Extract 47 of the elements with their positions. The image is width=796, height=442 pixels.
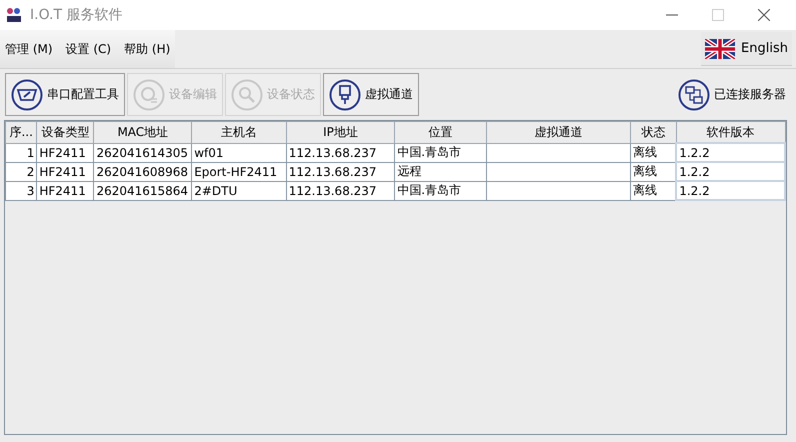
- toolbar-button[interactable]: 串口配置工具: [5, 73, 125, 116]
- table-cell: 262041608968: [94, 162, 192, 181]
- window-title: I.O.T 服务软件: [30, 6, 122, 24]
- close-icon[interactable]: [758, 9, 770, 21]
- menu-item[interactable]: 帮助 (H): [124, 40, 170, 58]
- toolbar-button[interactable]: 虚拟通道: [323, 73, 419, 116]
- table-cell: 离线: [630, 143, 676, 162]
- table-cell: HF2411: [36, 181, 94, 200]
- table-cell: 中国.青岛市: [394, 143, 487, 162]
- menu-item[interactable]: 管理 (M): [5, 40, 53, 58]
- table-cell: 112.13.68.237: [286, 162, 395, 181]
- menu-item[interactable]: 设置 (C): [66, 40, 112, 58]
- table-cell: Eport-HF2411: [192, 162, 286, 181]
- table-cell: 中国.青岛市: [394, 181, 487, 200]
- table-cell: 远程: [394, 162, 487, 181]
- table-cell: HF2411: [36, 162, 94, 181]
- table-cell: 3: [6, 181, 37, 200]
- column-header[interactable]: MAC地址: [94, 122, 192, 143]
- network-icon: [678, 78, 710, 110]
- table-cell: 1.2.2: [676, 162, 785, 181]
- table-cell: 2: [6, 162, 37, 181]
- language-button[interactable]: English: [701, 32, 792, 66]
- table-cell: 2#DTU: [192, 181, 286, 200]
- table-cell: 离线: [630, 181, 676, 200]
- column-header[interactable]: 序...: [6, 122, 37, 143]
- table-cell: 112.13.68.237: [286, 181, 395, 200]
- table-cell: wf01: [192, 143, 286, 162]
- server-status-label: 已连接服务器: [714, 86, 786, 103]
- column-header[interactable]: IP地址: [286, 122, 395, 143]
- table-cell: 262041614305: [94, 143, 192, 162]
- column-header[interactable]: 状态: [630, 122, 676, 143]
- column-header[interactable]: 主机名: [192, 122, 286, 143]
- table-cell: 1.2.2: [676, 181, 785, 200]
- table-cell: 离线: [630, 162, 676, 181]
- column-header[interactable]: 虚拟通道: [486, 122, 631, 143]
- table-cell: 1: [6, 143, 37, 162]
- magnifier-icon: [231, 78, 263, 110]
- table-cell: 112.13.68.237: [286, 143, 395, 162]
- flag-icon: [705, 38, 736, 58]
- column-header[interactable]: 设备类型: [36, 122, 94, 143]
- plug-icon: [329, 78, 361, 110]
- table-cell: HF2411: [36, 143, 94, 162]
- serial-port-icon: [11, 78, 43, 110]
- column-header[interactable]: 位置: [394, 122, 487, 143]
- app-logo-icon: [6, 7, 22, 23]
- table-cell: 262041615864: [94, 181, 192, 200]
- table-cell: 1.2.2: [676, 143, 785, 162]
